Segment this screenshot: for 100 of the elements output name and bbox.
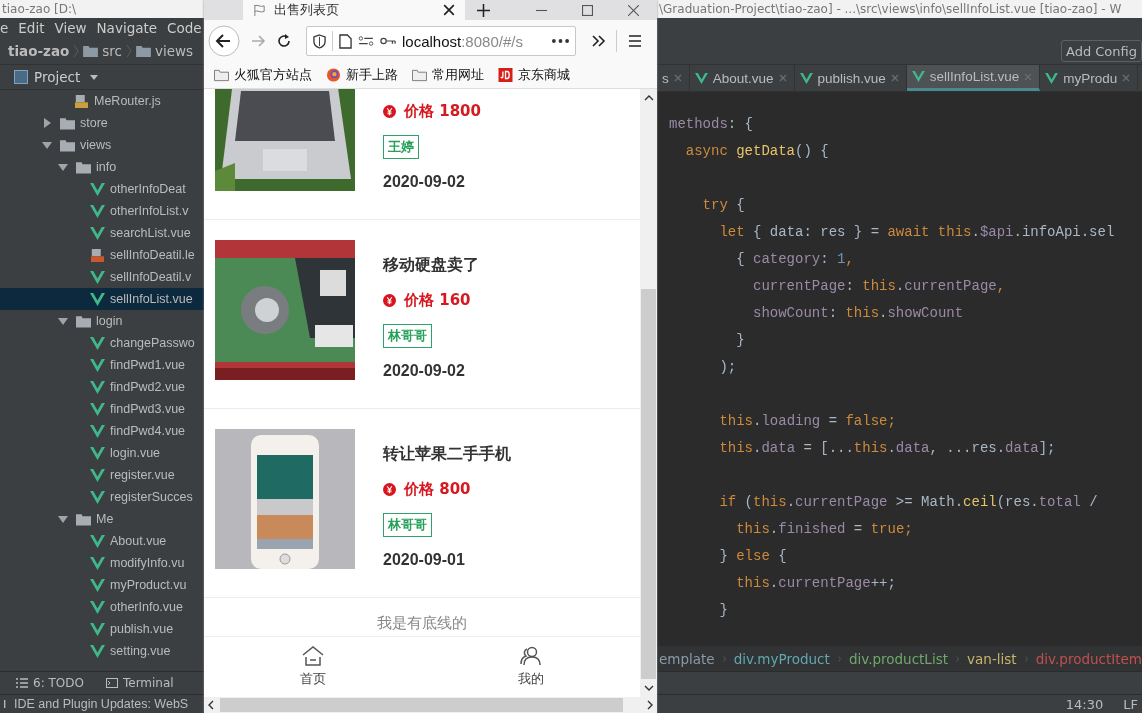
folder-icon [412,68,427,82]
tool-window-button[interactable]: Terminal [105,676,174,690]
price-label: 价格 1800 [404,102,481,121]
price-label: 价格 800 [404,480,471,499]
seller-tag: 林哥哥 [383,512,432,537]
tree-item[interactable]: Me [0,508,204,530]
bookmark[interactable]: 常用网址 [412,66,484,84]
code-line: let { data: res } = await this.$api.infoApi.sel [718,223,1116,242]
project-dropdown[interactable]: Project [34,69,81,85]
breadcrumb-item[interactable]: div.productList [848,650,948,667]
breadcrumb-item[interactable]: van-list [967,650,1017,667]
tree-item[interactable]: otherInfoList.v [0,200,204,222]
tree-item[interactable]: registerSucces [0,486,204,508]
scroll-down-icon[interactable] [643,685,654,691]
scroll-left-icon[interactable] [208,700,214,710]
editor-tab[interactable]: About.vue [689,65,795,91]
tree-item[interactable]: myProduct.vu [0,574,204,596]
address-bar[interactable]: localhost:8080/#/s [306,26,576,56]
breadcrumb-item[interactable]: emplate [659,650,715,667]
tree-item[interactable]: register.vue [0,464,204,486]
tree-item[interactable]: MeRouter.js [0,90,204,112]
editor-tab[interactable]: myProdu [1040,65,1139,91]
vue-file-icon [694,72,708,84]
tree-item[interactable]: login.vue [0,442,204,464]
overflow-icon[interactable] [590,33,606,49]
tree-item[interactable]: login [0,310,204,332]
tree-item[interactable]: searchList.vue [0,222,204,244]
expanded-arrow-icon[interactable] [42,140,52,150]
editor-tab[interactable]: publish.vue [794,65,907,91]
price-label: 价格 160 [404,291,471,310]
path-item[interactable]: tiao-zao [0,43,70,59]
expanded-arrow-icon[interactable] [58,514,68,524]
tree-item[interactable]: sellInfoDeatil.le [0,244,204,266]
path-item[interactable]: src [102,43,123,59]
menu-item[interactable]: Edit [18,20,45,36]
tree-item[interactable]: otherInfoDeat [0,178,204,200]
add-configuration-button[interactable]: Add Config [1061,40,1142,62]
collapsed-arrow-icon[interactable] [42,118,52,128]
tree-item[interactable]: findPwd1.vue [0,354,204,376]
bookmark[interactable]: 新手上路 [326,66,398,84]
tree-item[interactable]: findPwd4.vue [0,420,204,442]
code-line: try { [701,196,746,215]
tree-item[interactable]: findPwd2.vue [0,376,204,398]
product-title[interactable]: 转让苹果二手手机 [383,444,511,465]
code-line: } [718,601,729,620]
code-line: this.loading = false; [718,412,897,431]
line-separator[interactable]: LF [1123,696,1138,712]
expanded-arrow-icon[interactable] [58,162,68,172]
folder-icon [136,45,152,57]
tree-item[interactable]: About.vue [0,530,204,552]
tree-item[interactable]: sellInfoList.vue [0,288,204,310]
code-line: this.finished = true; [735,520,914,539]
vue-file-icon [90,644,105,658]
menu-item[interactable]: Navigate [96,20,158,36]
browser-tab[interactable]: 出售列表页 [243,0,465,20]
bookmark[interactable]: 火狐官方站点 [214,66,312,84]
tree-item[interactable]: views [0,134,204,156]
new-tab-icon[interactable] [477,3,490,17]
vue-file-icon [90,446,105,460]
vue-file-icon [90,424,105,438]
vue-file-icon [90,578,105,592]
close-icon[interactable] [443,4,455,16]
folder-icon [60,116,75,130]
reload-icon[interactable] [276,33,292,49]
more-icon[interactable] [552,39,569,43]
key-icon [380,35,396,47]
vertical-scrollbar[interactable] [640,89,657,697]
tree-item[interactable]: publish.vue [0,618,204,640]
tree-item[interactable]: changePasswo [0,332,204,354]
tree-item[interactable]: info [0,156,204,178]
tree-item[interactable]: modifyInfo.vu [0,552,204,574]
tree-item[interactable]: findPwd3.vue [0,398,204,420]
horizontal-scrollbar[interactable] [204,697,657,713]
shop-icon [498,68,513,82]
path-item[interactable]: views [155,43,194,59]
breadcrumb-item[interactable]: div.myProduct [733,650,830,667]
bookmark[interactable]: 京东商城 [498,66,570,84]
tool-window-button[interactable]: 6: TODO [16,676,84,690]
tree-item[interactable]: setting.vue [0,640,204,662]
menu-icon[interactable] [627,33,643,49]
tree-item[interactable]: store [0,112,204,134]
back-button[interactable] [208,25,240,57]
vue-file-icon [90,622,105,636]
vue-file-icon [1045,72,1059,84]
scroll-right-icon[interactable] [647,700,653,710]
globe-icon [326,68,341,82]
maximize-icon[interactable] [582,4,593,16]
expanded-arrow-icon[interactable] [58,316,68,326]
editor-tab[interactable]: sellInfoList.vue [906,65,1041,91]
tab-bar-item[interactable]: 首页 [204,637,422,697]
menu-item[interactable]: e [0,20,9,36]
scroll-up-icon[interactable] [643,95,654,101]
menu-item[interactable]: View [54,20,87,36]
tab-bar-item[interactable]: 我的 [422,637,640,697]
product-title[interactable]: 移动硬盘卖了 [383,255,479,276]
menu-item[interactable]: Code [167,20,202,36]
tree-item[interactable]: otherInfo.vue [0,596,204,618]
tree-item[interactable]: sellInfoDeatil.v [0,266,204,288]
code-line: methods: { [669,115,755,134]
shield-icon [313,33,326,49]
